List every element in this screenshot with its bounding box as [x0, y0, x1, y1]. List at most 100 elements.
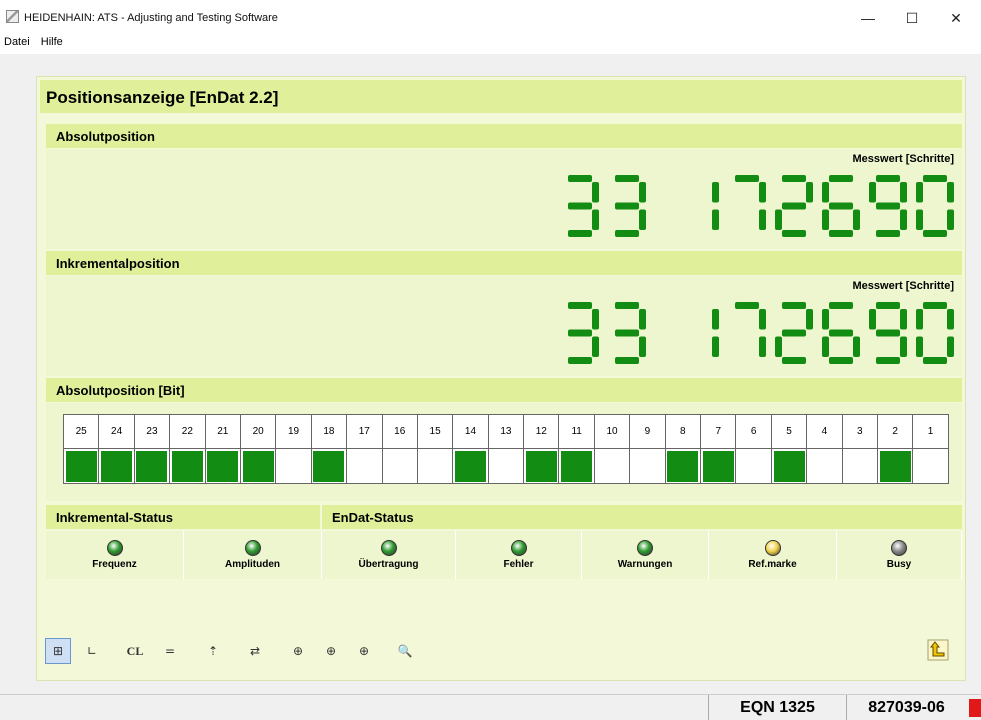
- bit-on-marker: [313, 450, 345, 482]
- app-icon: [6, 10, 19, 23]
- segment-b: [639, 309, 646, 330]
- bit-number-2: 2: [876, 414, 914, 449]
- bit-number-24: 24: [98, 414, 135, 449]
- segment-a: [735, 302, 759, 309]
- segment-g: [568, 202, 592, 210]
- segment-a: [568, 302, 592, 309]
- bit-value-9: [629, 448, 666, 484]
- menu-datei[interactable]: Datei: [0, 34, 34, 48]
- bit-number-25: 25: [62, 414, 100, 449]
- bit-value-2: [876, 448, 914, 484]
- segment-d: [615, 230, 639, 237]
- segment-b: [900, 309, 907, 330]
- segment-b: [592, 309, 599, 330]
- segment-a: [782, 302, 806, 309]
- status-led-icon: [764, 540, 781, 556]
- status-led-icon: [380, 540, 397, 556]
- return-arrow-icon[interactable]: [925, 638, 951, 664]
- segment-e: [775, 336, 782, 357]
- bit-on-marker: [207, 450, 239, 482]
- bit-on-marker: [136, 450, 168, 482]
- segment-b: [900, 182, 907, 203]
- crosshair-out-icon[interactable]: ⊕: [285, 638, 311, 664]
- minimize-button[interactable]: —: [846, 6, 890, 30]
- signal-up-icon[interactable]: ⇡: [200, 638, 226, 664]
- segment-g: [568, 329, 592, 337]
- bit-on-marker: [171, 450, 203, 482]
- segment-f: [822, 309, 829, 330]
- bit-value-13: [487, 448, 525, 484]
- segment-b: [947, 182, 954, 203]
- bit-value-21: [204, 448, 241, 484]
- bit-number-10: 10: [593, 414, 631, 449]
- axis-point-icon[interactable]: ∟: [79, 638, 105, 664]
- window-title: HEIDENHAIN: ATS - Adjusting and Testing …: [24, 12, 278, 24]
- bit-number-9: 9: [629, 414, 666, 449]
- segment-b: [759, 309, 766, 330]
- status-label: Frequenz: [92, 559, 137, 570]
- segment-g: [876, 202, 900, 210]
- absolute-position-header: Absolutposition: [46, 124, 962, 148]
- segment-a: [829, 302, 853, 309]
- swap-icon[interactable]: ⇄: [242, 638, 268, 664]
- incremental-position-value: [568, 302, 954, 364]
- status-label: Busy: [886, 559, 912, 570]
- maximize-button[interactable]: ☐: [890, 6, 934, 30]
- segment-c: [759, 336, 766, 357]
- segment-d: [615, 357, 639, 364]
- bit-value-6: [735, 448, 772, 484]
- clear-icon[interactable]: CL: [122, 638, 148, 664]
- segment-b: [759, 182, 766, 203]
- device-name: EQN 1325: [708, 695, 846, 720]
- magnifier-icon[interactable]: 🔍: [392, 638, 418, 664]
- bit-number-4: 4: [806, 414, 843, 449]
- bit-value-5: [770, 448, 808, 484]
- segment-f: [869, 309, 876, 330]
- serial-number: 827039-06: [846, 695, 966, 720]
- bit-number-11: 11: [558, 414, 595, 449]
- segment-g: [615, 329, 639, 337]
- status-frequenz: Frequenz: [46, 531, 184, 579]
- segment-d: [923, 230, 947, 237]
- absolute-position-display: Messwert [Schritte]: [46, 149, 962, 249]
- segment-d: [829, 230, 853, 237]
- status-refmarke: Ref.marke: [709, 531, 837, 579]
- status-label: Übertragung: [358, 559, 419, 570]
- segment-e: [916, 209, 923, 230]
- segment-a: [923, 175, 947, 182]
- bit-on-marker: [561, 450, 593, 482]
- bit-number-20: 20: [239, 414, 277, 449]
- segment-c: [853, 209, 860, 230]
- incremental-status-header: Inkremental-Status: [46, 505, 320, 529]
- status-warnungen: Warnungen: [582, 531, 709, 579]
- bit-value-19: [275, 448, 312, 484]
- close-button[interactable]: ✕: [934, 6, 978, 30]
- segment-d: [829, 357, 853, 364]
- bit-number-5: 5: [770, 414, 808, 449]
- segment-f: [822, 182, 829, 203]
- segment-c: [853, 336, 860, 357]
- segment-f: [869, 182, 876, 203]
- bit-number-23: 23: [133, 414, 171, 449]
- segment-c: [900, 209, 907, 230]
- crosshair-info-icon[interactable]: ⊕: [351, 638, 377, 664]
- crosshair-in-icon[interactable]: ⊕: [318, 638, 344, 664]
- segment-a: [615, 175, 639, 182]
- bit-number-12: 12: [523, 414, 560, 449]
- segment-g: [876, 329, 900, 337]
- grid-measure-icon[interactable]: ⊞: [45, 638, 71, 664]
- status-fehler: Fehler: [456, 531, 582, 579]
- status-led-icon: [106, 540, 123, 556]
- equals-icon[interactable]: =: [157, 638, 183, 664]
- bit-number-3: 3: [841, 414, 878, 449]
- segment-g: [829, 202, 853, 210]
- segment-b: [592, 182, 599, 203]
- bit-value-16: [381, 448, 418, 484]
- menu-hilfe[interactable]: Hilfe: [37, 34, 67, 48]
- segment-a: [876, 175, 900, 182]
- segment-b: [806, 182, 813, 203]
- segment-d: [876, 357, 900, 364]
- segment-d: [876, 230, 900, 237]
- status-led-icon: [891, 540, 907, 556]
- incremental-position-display: Messwert [Schritte]: [46, 276, 962, 376]
